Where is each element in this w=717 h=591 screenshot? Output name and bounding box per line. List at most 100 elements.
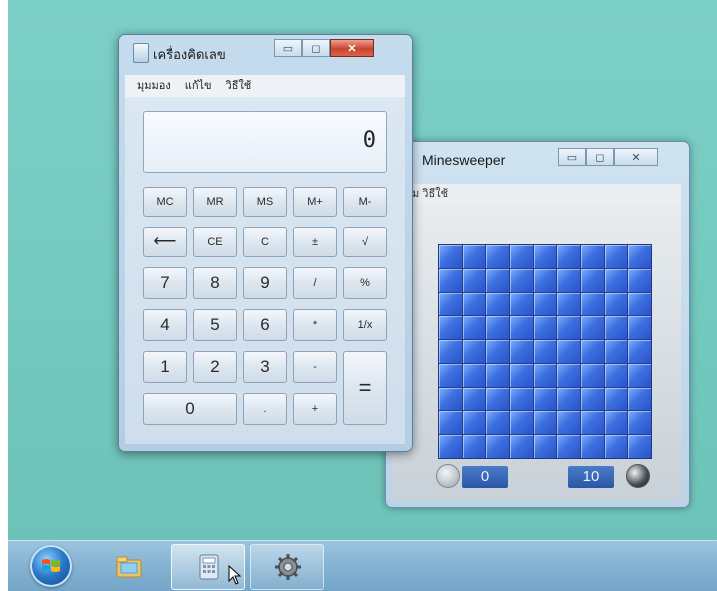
mine-cell[interactable] (533, 435, 557, 458)
mine-cell[interactable] (486, 387, 509, 411)
mine-cell[interactable] (439, 292, 462, 316)
mine-cell[interactable] (628, 435, 651, 458)
mine-cell[interactable] (628, 316, 651, 340)
mine-cell[interactable] (580, 387, 604, 411)
mine-cell[interactable] (557, 363, 580, 387)
mine-cell[interactable] (580, 340, 604, 363)
taskbar-explorer-button[interactable] (92, 544, 164, 588)
mine-cell[interactable] (486, 316, 509, 340)
mine-cell[interactable] (462, 387, 486, 411)
mine-cell[interactable] (557, 340, 580, 363)
backspace-button[interactable]: ⟵ (143, 227, 187, 257)
mine-cell[interactable] (486, 363, 509, 387)
mine-cell[interactable] (533, 340, 557, 363)
mine-cell[interactable] (509, 363, 533, 387)
mine-cell[interactable] (439, 411, 462, 435)
mine-cell[interactable] (439, 316, 462, 340)
digit-9-button[interactable]: 9 (243, 267, 287, 299)
add-button[interactable]: + (293, 393, 337, 425)
multiply-button[interactable]: * (293, 309, 337, 341)
close-button[interactable]: ✕ (614, 148, 658, 166)
digit-0-button[interactable]: 0 (143, 393, 237, 425)
digit-4-button[interactable]: 4 (143, 309, 187, 341)
mine-cell[interactable] (557, 387, 580, 411)
mine-cell[interactable] (439, 245, 462, 268)
mine-cell[interactable] (533, 245, 557, 268)
mine-cell[interactable] (462, 292, 486, 316)
mine-cell[interactable] (462, 245, 486, 268)
mine-cell[interactable] (604, 316, 628, 340)
mine-cell[interactable] (462, 340, 486, 363)
menu-help[interactable]: วิธีใช้ (226, 75, 252, 97)
mine-cell[interactable] (557, 316, 580, 340)
memory-recall-button[interactable]: MR (193, 187, 237, 217)
mine-cell[interactable] (462, 411, 486, 435)
mine-cell[interactable] (439, 363, 462, 387)
mine-cell[interactable] (509, 411, 533, 435)
menu-view[interactable]: มุมมอง (137, 75, 171, 97)
mine-cell[interactable] (462, 268, 486, 292)
digit-8-button[interactable]: 8 (193, 267, 237, 299)
clear-button[interactable]: C (243, 227, 287, 257)
mine-cell[interactable] (509, 340, 533, 363)
percent-button[interactable]: % (343, 267, 387, 299)
mine-cell[interactable] (580, 411, 604, 435)
mine-cell[interactable] (604, 292, 628, 316)
clear-entry-button[interactable]: CE (193, 227, 237, 257)
mine-cell[interactable] (439, 387, 462, 411)
mine-cell[interactable] (557, 411, 580, 435)
mine-cell[interactable] (533, 363, 557, 387)
digit-3-button[interactable]: 3 (243, 351, 287, 383)
mine-cell[interactable] (486, 292, 509, 316)
divide-button[interactable]: / (293, 267, 337, 299)
mine-cell[interactable] (509, 268, 533, 292)
memory-clear-button[interactable]: MC (143, 187, 187, 217)
calculator-window[interactable]: เครื่องคิดเลข ▭ ◻ ✕ มุมมอง แก้ไข วิธีใช้… (118, 34, 413, 452)
mine-cell[interactable] (533, 268, 557, 292)
mine-cell[interactable] (557, 435, 580, 458)
memory-subtract-button[interactable]: M- (343, 187, 387, 217)
minimize-button[interactable]: ▭ (274, 39, 302, 57)
mine-cell[interactable] (604, 435, 628, 458)
digit-5-button[interactable]: 5 (193, 309, 237, 341)
mine-cell[interactable] (486, 268, 509, 292)
mine-cell[interactable] (628, 363, 651, 387)
mine-cell[interactable] (462, 435, 486, 458)
mine-cell[interactable] (462, 316, 486, 340)
menu-edit[interactable]: แก้ไข (185, 75, 212, 97)
mine-cell[interactable] (628, 340, 651, 363)
minesweeper-menubar[interactable]: ม วิธีใช้ (392, 184, 681, 204)
mine-cell[interactable] (509, 245, 533, 268)
mine-cell[interactable] (628, 387, 651, 411)
minimize-button[interactable]: ▭ (558, 148, 586, 166)
mine-cell[interactable] (604, 268, 628, 292)
square-root-button[interactable]: √ (343, 227, 387, 257)
mine-cell[interactable] (509, 292, 533, 316)
memory-store-button[interactable]: MS (243, 187, 287, 217)
mine-grid[interactable] (438, 244, 652, 459)
mine-cell[interactable] (604, 340, 628, 363)
mine-cell[interactable] (604, 411, 628, 435)
mine-cell[interactable] (580, 245, 604, 268)
mine-cell[interactable] (580, 316, 604, 340)
mine-cell[interactable] (604, 245, 628, 268)
mine-cell[interactable] (628, 411, 651, 435)
mine-cell[interactable] (533, 316, 557, 340)
digit-6-button[interactable]: 6 (243, 309, 287, 341)
decimal-button[interactable]: . (243, 393, 287, 425)
mine-cell[interactable] (580, 268, 604, 292)
mine-cell[interactable] (628, 245, 651, 268)
mine-cell[interactable] (580, 292, 604, 316)
mine-cell[interactable] (628, 292, 651, 316)
mine-cell[interactable] (557, 245, 580, 268)
mine-cell[interactable] (580, 435, 604, 458)
mine-cell[interactable] (509, 435, 533, 458)
mine-cell[interactable] (628, 268, 651, 292)
memory-add-button[interactable]: M+ (293, 187, 337, 217)
mine-cell[interactable] (462, 363, 486, 387)
taskbar-calculator-button[interactable] (171, 544, 245, 590)
mine-cell[interactable] (486, 435, 509, 458)
mine-cell[interactable] (557, 292, 580, 316)
mine-cell[interactable] (533, 411, 557, 435)
negate-button[interactable]: ± (293, 227, 337, 257)
